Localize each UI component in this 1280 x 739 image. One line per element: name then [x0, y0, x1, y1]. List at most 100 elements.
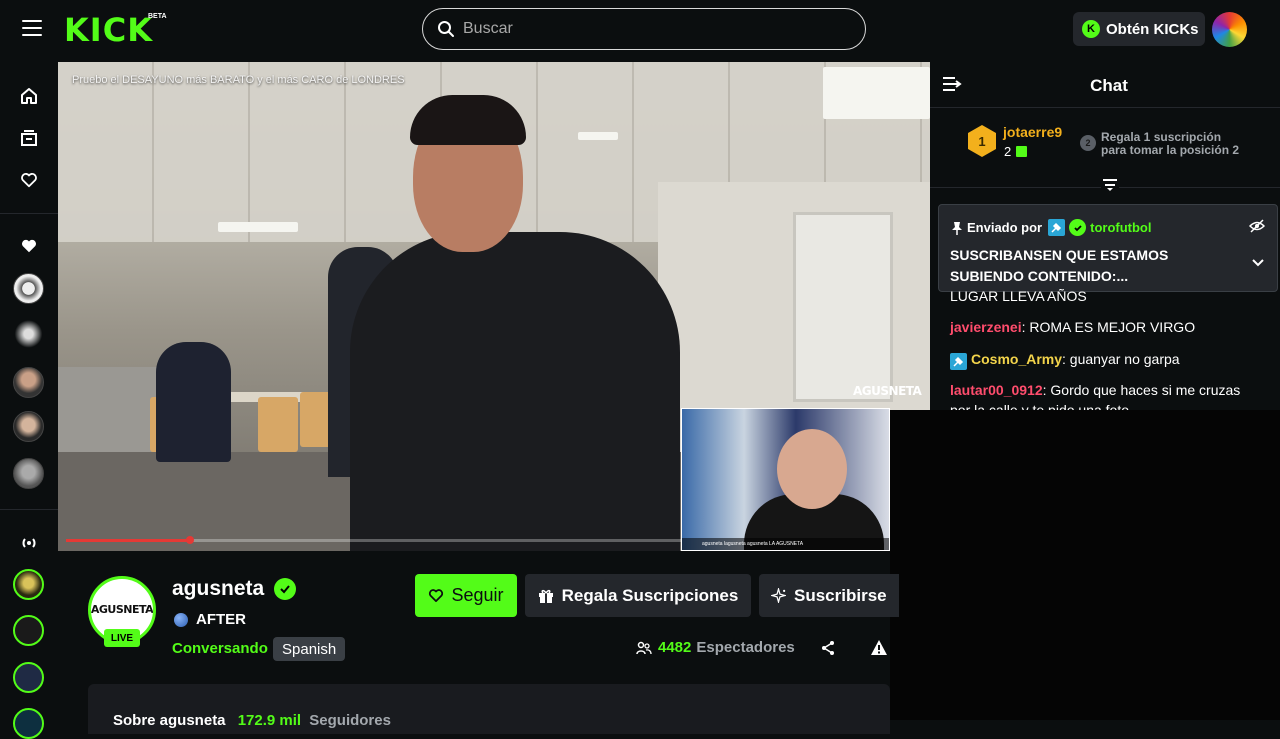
followers-label: Seguidores — [309, 712, 391, 729]
gift-label: Regala Suscripciones — [561, 585, 739, 605]
chat-message: javierzenei: ROMA ES MEJOR VIRGO — [950, 317, 1260, 337]
viewer-label: Espectadores — [696, 639, 795, 656]
moderator-badge-icon — [1048, 219, 1066, 236]
chat-messages: LUGAR LLEVA AÑOS javierzenei: ROMA ES ME… — [930, 286, 1280, 410]
live-broadcast-icon[interactable] — [17, 531, 41, 555]
video-title-overlay: Pruebo el DESAYUNO más BARATO y el más C… — [72, 74, 405, 86]
followed-channel-avatar[interactable] — [13, 273, 44, 304]
search-input[interactable] — [463, 20, 843, 38]
viewer-count: 4482 Espectadores — [636, 639, 795, 656]
video-progress-fill — [66, 539, 190, 542]
kicks-coin-icon: K — [1082, 20, 1100, 38]
chevron-down-icon[interactable] — [1251, 255, 1265, 273]
gift-icon — [1016, 146, 1028, 157]
follow-label: Seguir — [451, 585, 504, 605]
channel-avatar-logo: AGUSNETA — [90, 603, 154, 616]
pinned-header: Enviado por torofutbol — [951, 219, 1152, 236]
about-section: Sobre agusneta 172.9 mil Seguidores — [88, 684, 890, 734]
pinned-text: SUSCRIBANSEN QUE ESTAMOS SUBIENDO CONTEN… — [950, 247, 1169, 284]
chat-text: : ROMA ES MEJOR VIRGO — [1021, 319, 1196, 335]
chat-header: Chat — [930, 62, 1280, 108]
viewer-number: 4482 — [658, 639, 692, 656]
pinned-username[interactable]: torofutbol — [1090, 220, 1151, 235]
followed-channel-avatar[interactable] — [13, 458, 44, 489]
browse-icon[interactable] — [17, 126, 41, 150]
following-heart-icon[interactable] — [17, 168, 41, 192]
followed-channel-avatar[interactable] — [13, 320, 44, 351]
globe-icon — [174, 612, 188, 627]
video-progress-bar[interactable] — [66, 536, 686, 544]
verified-badge-icon — [274, 578, 297, 600]
video-player[interactable]: Pruebo el DESAYUNO más BARATO y el más C… — [58, 62, 930, 551]
recommended-channel-avatar[interactable] — [13, 569, 44, 600]
chat-message: Cosmo_Army: guanyar no garpa — [950, 349, 1260, 370]
followed-channel-avatar[interactable] — [13, 367, 44, 398]
channel-name[interactable]: agusneta — [172, 577, 264, 601]
home-icon[interactable] — [17, 84, 41, 108]
pinned-prefix: Enviado por — [967, 220, 1043, 235]
menu-icon[interactable] — [22, 20, 42, 36]
recommended-channel-avatar[interactable] — [13, 662, 44, 693]
sidebar-divider — [0, 509, 58, 510]
chat-title: Chat — [1090, 76, 1128, 95]
followed-heart-icon — [17, 234, 41, 258]
viewers-icon — [636, 641, 652, 654]
chat-message: lautar00_0912: Gordo que haces si me cru… — [950, 380, 1260, 410]
live-badge: LIVE — [104, 629, 140, 647]
gift-count: 2 — [1004, 144, 1012, 159]
followers-count: 172.9 mil — [237, 712, 302, 729]
top-bar: KICK BETA K Obtén KICKs — [0, 0, 1280, 60]
streamer-webcam: agusneta lagusneta agusneta LA AGUSNETA — [681, 408, 890, 551]
about-header: Sobre agusneta 172.9 mil Seguidores — [113, 712, 391, 729]
pin-icon — [952, 221, 962, 235]
rank-2-prompt: Regala 1 suscripción para tomar la posic… — [1101, 131, 1239, 157]
get-kicks-button[interactable]: K Obtén KICKs — [1073, 12, 1205, 46]
empty-dark-area — [890, 410, 1280, 720]
leaderboard-gift-count: 2 — [1004, 144, 1028, 159]
leaderboard-user[interactable]: jotaerre9 — [1003, 124, 1062, 140]
expand-leaderboard-icon[interactable] — [1101, 177, 1119, 198]
sparkle-icon — [771, 588, 786, 603]
chat-username[interactable]: javierzenei — [950, 319, 1022, 335]
gift-subscriptions-button[interactable]: Regala Suscripciones — [525, 574, 751, 617]
stream-title-row: AFTER — [174, 611, 246, 628]
beta-badge: BETA — [148, 13, 167, 20]
search-bar[interactable] — [422, 8, 866, 50]
rank-1-badge: 1 — [968, 125, 996, 157]
rank-2-line2: para tomar la posición 2 — [1101, 143, 1240, 157]
chat-text: : guanyar no garpa — [1062, 351, 1180, 367]
sidebar-divider — [0, 213, 58, 214]
chat-username[interactable]: Cosmo_Army — [971, 351, 1062, 367]
search-icon — [438, 21, 454, 37]
chat-panel: Chat 1 jotaerre9 2 2 Regala 1 suscripció… — [930, 62, 1280, 410]
subscribe-button[interactable]: Suscribirse — [759, 574, 899, 617]
get-kicks-label: Obtén KICKs — [1106, 20, 1199, 38]
followed-channel-avatar[interactable] — [13, 411, 44, 442]
language-tag[interactable]: Spanish — [273, 637, 346, 661]
report-warning-icon[interactable] — [870, 639, 888, 661]
hide-pinned-icon[interactable] — [1248, 219, 1266, 238]
chat-message: LUGAR LLEVA AÑOS — [950, 286, 1260, 306]
stream-title: AFTER — [196, 611, 246, 628]
share-icon[interactable] — [820, 640, 836, 661]
user-avatar[interactable] — [1212, 12, 1247, 47]
video-progress-knob[interactable] — [186, 536, 194, 544]
recommended-channel-avatar[interactable] — [13, 708, 44, 739]
follow-button[interactable]: Seguir — [415, 574, 517, 617]
channel-info: AGUSNETA LIVE agusneta AFTER Conversando… — [58, 551, 899, 734]
recommended-channel-avatar[interactable] — [13, 615, 44, 646]
rank-2-badge: 2 — [1080, 135, 1096, 151]
heart-icon — [429, 589, 444, 602]
kick-logo[interactable]: KICK — [64, 11, 153, 49]
subscribe-label: Suscribirse — [794, 585, 887, 605]
chat-text: LUGAR LLEVA AÑOS — [950, 288, 1087, 304]
channel-name-row: agusneta — [172, 577, 297, 601]
pinned-message[interactable]: Enviado por torofutbol SUSCRIBANSEN QUE … — [938, 204, 1278, 292]
sidebar — [0, 60, 58, 739]
verified-badge-icon — [1069, 219, 1087, 236]
chat-username[interactable]: lautar00_0912 — [950, 382, 1043, 398]
category-link[interactable]: Conversando — [172, 640, 268, 657]
about-label: Sobre agusneta — [113, 712, 226, 729]
webcam-social-strip: agusneta lagusneta agusneta LA AGUSNETA — [682, 538, 889, 550]
gift-icon — [538, 589, 553, 603]
